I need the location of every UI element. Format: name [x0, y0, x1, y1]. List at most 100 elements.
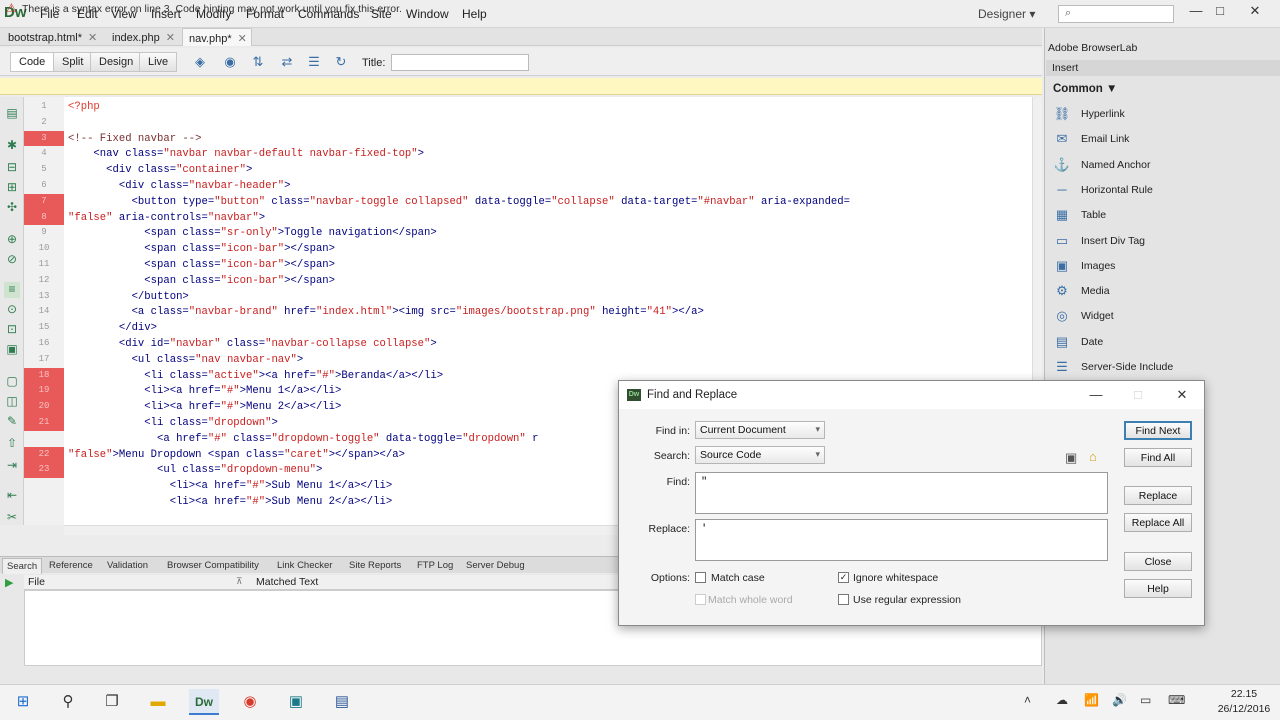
find-all-button[interactable]: Find All — [1124, 448, 1192, 467]
close-window-button[interactable]: ✕ — [1244, 3, 1266, 21]
onedrive-icon[interactable]: ☁ — [1056, 693, 1068, 707]
minimize-button[interactable]: — — [1185, 3, 1207, 21]
insert-item-server-side-include[interactable]: ☰ Server-Side Include — [1050, 356, 1278, 380]
indent-code-icon[interactable]: ⇥ — [4, 458, 20, 474]
help-button[interactable]: Help — [1124, 579, 1192, 598]
title-input[interactable] — [391, 54, 529, 71]
match-case-checkbox[interactable] — [695, 572, 706, 583]
tab-validation[interactable]: Validation — [107, 560, 148, 571]
check-browser-icon[interactable]: ⇄ — [279, 54, 295, 70]
dreamweaver-taskbar-icon[interactable]: Dw — [189, 689, 219, 715]
chevron-down-icon: ▾ — [815, 449, 820, 459]
insert-category-select[interactable]: Common ▼ — [1053, 83, 1117, 95]
search-icon[interactable]: ⚲ — [53, 689, 83, 715]
column-file[interactable]: File — [28, 576, 45, 588]
show-code-navigator-icon[interactable]: ✱ — [4, 138, 20, 154]
replace-textarea[interactable]: ' — [695, 519, 1108, 561]
insert-item-hyperlink[interactable]: ⛓ Hyperlink — [1050, 103, 1278, 127]
apply-comment-icon[interactable]: ▣ — [4, 342, 20, 358]
insert-item-insert-div-tag[interactable]: ▭ Insert Div Tag — [1050, 230, 1278, 254]
format-source-icon[interactable]: ✂ — [4, 510, 20, 526]
search-type-select[interactable]: Source Code ▾ — [695, 446, 825, 464]
select-parent-tag-icon[interactable]: ⊕ — [4, 232, 20, 248]
word-icon[interactable]: ▤ — [327, 689, 357, 715]
collapse-tag-icon[interactable]: ⊟ — [4, 160, 20, 176]
insert-item-widget[interactable]: ◎ Widget — [1050, 305, 1278, 329]
file-management-icon[interactable]: ⇅ — [250, 54, 266, 70]
multiscreen-icon[interactable]: ◈ — [192, 54, 208, 70]
insert-item-date[interactable]: ▤ Date — [1050, 331, 1278, 355]
preview-browser-icon[interactable]: ◉ — [222, 54, 238, 70]
line-numbers-icon[interactable]: ≡ — [4, 282, 20, 298]
tab-bootstrap-html[interactable]: bootstrap.html* ✕ — [2, 28, 101, 46]
network-icon[interactable]: 📶 — [1084, 693, 1099, 707]
keyboard-icon[interactable]: ⌨ — [1168, 693, 1185, 707]
volume-icon[interactable]: 🔊 — [1112, 693, 1127, 707]
insert-item-horizontal-rule[interactable]: ─ Horizontal Rule — [1050, 179, 1278, 203]
start-icon[interactable]: ⊞ — [8, 689, 38, 715]
use-regex-checkbox[interactable] — [838, 594, 849, 605]
balance-braces-icon[interactable]: ⊘ — [4, 252, 20, 268]
design-view-button[interactable]: Design — [90, 52, 143, 72]
refresh-icon[interactable]: ↻ — [333, 54, 349, 70]
tab-adobe-browserlab[interactable]: Adobe BrowserLab — [1048, 42, 1137, 54]
ignore-whitespace-checkbox[interactable]: ✓ — [838, 572, 849, 583]
tab-reference[interactable]: Reference — [49, 560, 93, 571]
code-view-button[interactable]: Code — [10, 52, 55, 72]
open-documents-icon[interactable]: ▤ — [4, 106, 20, 122]
close-icon[interactable]: ✕ — [166, 32, 175, 44]
tab-browser-compatibility[interactable]: Browser Compatibility — [167, 560, 259, 571]
highlight-invalid-icon[interactable]: ⊙ — [4, 302, 20, 318]
chrome-icon[interactable]: ◉ — [235, 689, 265, 715]
maximize-button[interactable]: □ — [1209, 3, 1231, 21]
replace-all-button[interactable]: Replace All — [1124, 513, 1192, 532]
split-view-button[interactable]: Split — [53, 52, 93, 72]
tab-search[interactable]: Search — [2, 558, 43, 574]
insert-item-named-anchor[interactable]: ⚓ Named Anchor — [1050, 154, 1278, 178]
save-query-icon[interactable]: ▣ — [1065, 450, 1077, 466]
tab-server-debug[interactable]: Server Debug — [466, 560, 525, 571]
replace-button[interactable]: Replace — [1124, 486, 1192, 505]
tab-ftp-log[interactable]: FTP Log — [417, 560, 453, 571]
remove-comment-icon[interactable]: ▢ — [4, 374, 20, 390]
close-icon[interactable]: ✕ — [238, 33, 247, 45]
visual-aids-icon[interactable]: ☰ — [306, 54, 322, 70]
column-matched-text[interactable]: Matched Text — [256, 576, 318, 588]
play-icon[interactable]: ▶ — [5, 576, 13, 589]
help-search-input[interactable]: ⌕ — [1058, 5, 1174, 23]
find-in-select[interactable]: Current Document ▾ — [695, 421, 825, 439]
dialog-minimize-button[interactable]: — — [1086, 387, 1106, 402]
load-query-icon[interactable]: ⌂ — [1089, 449, 1097, 464]
find-next-button[interactable]: Find Next — [1124, 421, 1192, 440]
menu-window[interactable]: Window — [406, 7, 449, 21]
close-icon[interactable]: ✕ — [88, 32, 97, 44]
tab-nav-php[interactable]: nav.php* ✕ — [182, 28, 252, 46]
recent-snippets-icon[interactable]: ✎ — [4, 414, 20, 430]
tab-index-php[interactable]: index.php ✕ — [106, 28, 179, 46]
close-button[interactable]: Close — [1124, 552, 1192, 571]
menu-help[interactable]: Help — [462, 7, 487, 21]
wrap-tag-icon[interactable]: ◫ — [4, 394, 20, 410]
find-textarea[interactable]: " — [695, 472, 1108, 514]
collapse-selection-icon[interactable]: ⊞ — [4, 180, 20, 196]
workspace-switcher[interactable]: Designer ▾ — [978, 7, 1035, 21]
notifications-icon[interactable]: ▭ — [1140, 693, 1151, 707]
insert-item-email-link[interactable]: ✉ Email Link — [1050, 128, 1278, 152]
app-icon[interactable]: ▣ — [281, 689, 311, 715]
expand-all-icon[interactable]: ✣ — [4, 200, 20, 216]
live-view-button[interactable]: Live — [139, 52, 178, 72]
chevron-up-icon[interactable]: ˄ — [1024, 693, 1031, 707]
file-explorer-icon[interactable]: ▬ — [143, 689, 173, 715]
syntax-error-alerts-icon[interactable]: ⊡ — [4, 322, 20, 338]
system-clock[interactable]: 22.15 26/12/2016 — [1214, 687, 1274, 717]
insert-panel-header[interactable]: Insert — [1046, 60, 1280, 76]
insert-item-table[interactable]: ▦ Table — [1050, 204, 1278, 228]
task-view-icon[interactable]: ❐ — [97, 689, 127, 715]
tab-site-reports[interactable]: Site Reports — [349, 560, 401, 571]
insert-item-images[interactable]: ▣ Images — [1050, 255, 1278, 279]
move-css-icon[interactable]: ⇧ — [4, 436, 20, 452]
insert-item-media[interactable]: ⚙ Media — [1050, 280, 1278, 304]
dialog-close-button[interactable]: ✕ — [1172, 387, 1192, 403]
outdent-code-icon[interactable]: ⇤ — [4, 488, 20, 504]
tab-link-checker[interactable]: Link Checker — [277, 560, 332, 571]
